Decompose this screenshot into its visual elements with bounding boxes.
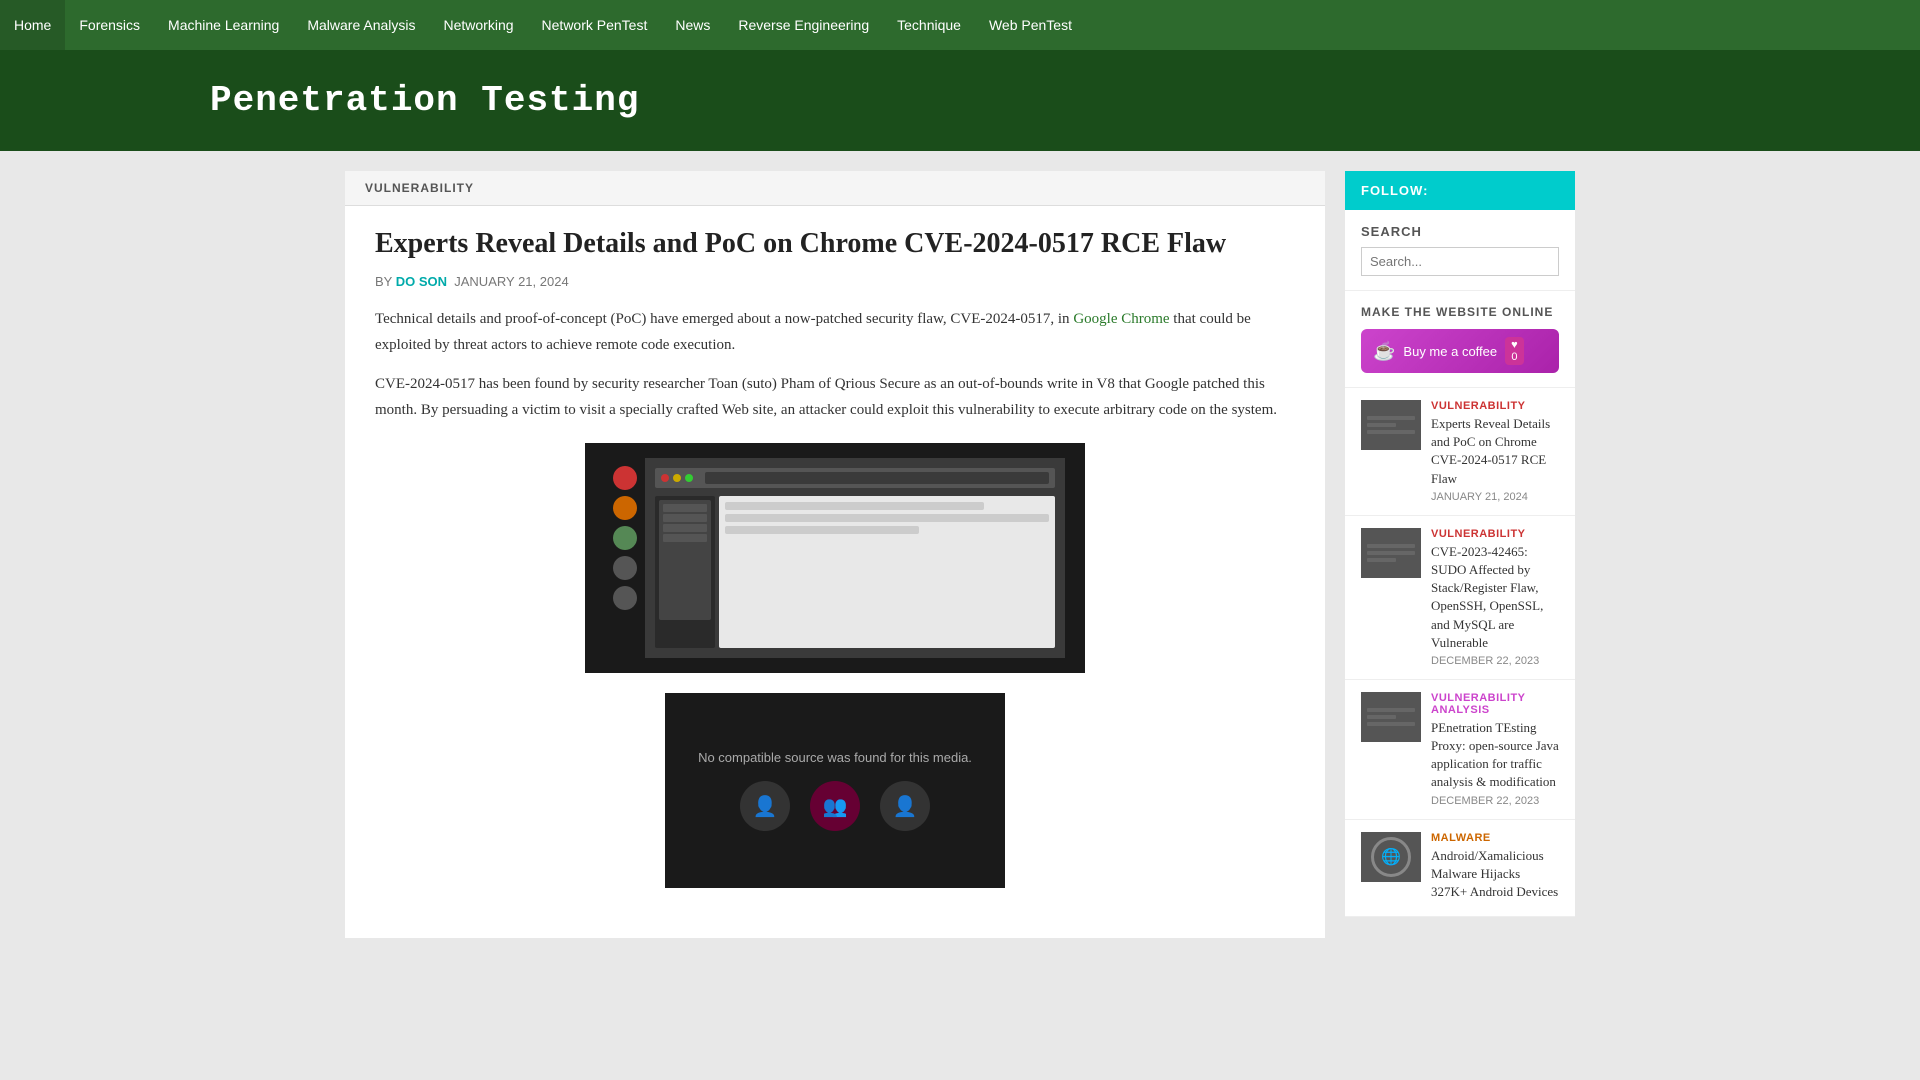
screenshot-icon-4: [613, 556, 637, 580]
recent-post-info-4: MALWARE Android/Xamalicious Malware Hija…: [1431, 832, 1559, 905]
recent-post-3: VULNERABILITY ANALYSIS PEnetration TEsti…: [1345, 680, 1575, 820]
recent-post-date-2: DECEMBER 22, 2023: [1431, 655, 1559, 667]
nav-news[interactable]: News: [661, 0, 724, 50]
article-para-2: CVE-2024-0517 has been found by security…: [375, 372, 1295, 423]
sidebar: FOLLOW: SEARCH MAKE THE WEBSITE ONLINE ☕…: [1345, 171, 1575, 938]
recent-post-title-4[interactable]: Android/Xamalicious Malware Hijacks 327K…: [1431, 847, 1559, 902]
article-para-1: Technical details and proof-of-concept (…: [375, 307, 1295, 358]
recent-post-info-3: VULNERABILITY ANALYSIS PEnetration TEsti…: [1431, 692, 1559, 807]
article-title: Experts Reveal Details and PoC on Chrome…: [375, 226, 1295, 262]
main-content: VULNERABILITY Experts Reveal Details and…: [345, 171, 1325, 938]
recent-post-date-3: DECEMBER 22, 2023: [1431, 795, 1559, 807]
recent-post-title-3[interactable]: PEnetration TEsting Proxy: open-source J…: [1431, 719, 1559, 792]
address-bar: [705, 472, 1049, 484]
nav-network-pentest[interactable]: Network PenTest: [528, 0, 662, 50]
make-online-section: MAKE THE WEBSITE ONLINE ☕ Buy me a coffe…: [1345, 291, 1575, 388]
thumb-lines-3: [1361, 702, 1421, 732]
video-container: No compatible source was found for this …: [665, 693, 1005, 888]
article-video: No compatible source was found for this …: [375, 693, 1295, 888]
site-title: Penetration Testing: [210, 80, 1710, 121]
screenshot-icon-5: [613, 586, 637, 610]
nav-reverse-engineering[interactable]: Reverse Engineering: [724, 0, 883, 50]
thumb-lines-1: [1361, 410, 1421, 440]
recent-post-title-1[interactable]: Experts Reveal Details and PoC on Chrome…: [1431, 415, 1559, 488]
buy-coffee-button[interactable]: ☕ Buy me a coffee ♥ 0: [1361, 329, 1559, 373]
follow-label: FOLLOW:: [1361, 183, 1428, 198]
video-icon-1: 👤: [740, 781, 790, 831]
screenshot-main: [645, 458, 1065, 658]
dot-green: [685, 474, 693, 482]
recent-post-1: VULNERABILITY Experts Reveal Details and…: [1345, 388, 1575, 516]
article-meta: BY DO SON JANUARY 21, 2024: [375, 274, 1295, 289]
nav-forensics[interactable]: Forensics: [65, 0, 154, 50]
main-nav: Home Forensics Machine Learning Malware …: [0, 0, 1920, 50]
recent-post-4: 🌐 MALWARE Android/Xamalicious Malware Hi…: [1345, 820, 1575, 918]
recent-post-title-2[interactable]: CVE-2023-42465: SUDO Affected by Stack/R…: [1431, 543, 1559, 652]
coffee-btn-label: Buy me a coffee: [1403, 344, 1497, 359]
nav-technique[interactable]: Technique: [883, 0, 975, 50]
recent-post-cat-1: VULNERABILITY: [1431, 400, 1559, 412]
screenshot-container: [585, 443, 1085, 673]
article-author: DO SON: [396, 274, 447, 289]
nav-malware-analysis[interactable]: Malware Analysis: [293, 0, 429, 50]
article-body-wrapper: Experts Reveal Details and PoC on Chrome…: [345, 206, 1325, 938]
nav-networking[interactable]: Networking: [430, 0, 528, 50]
screenshot-sidebar: [605, 458, 645, 658]
article-content: Technical details and proof-of-concept (…: [375, 307, 1295, 423]
video-no-source-text: No compatible source was found for this …: [698, 750, 972, 765]
make-online-label: MAKE THE WEBSITE ONLINE: [1361, 305, 1559, 319]
screenshot-icon-3: [613, 526, 637, 550]
screenshot-content: [719, 496, 1055, 648]
search-label: SEARCH: [1361, 224, 1559, 239]
recent-thumb-3: [1361, 692, 1421, 742]
recent-post-info-1: VULNERABILITY Experts Reveal Details and…: [1431, 400, 1559, 503]
sidebar-follow: FOLLOW:: [1345, 171, 1575, 210]
article-category: VULNERABILITY: [345, 171, 1325, 206]
recent-posts-list: VULNERABILITY Experts Reveal Details and…: [1345, 388, 1575, 917]
thumb-globe-wrapper: 🌐: [1361, 832, 1421, 882]
screenshot-layout: [655, 496, 1055, 648]
dot-yellow: [673, 474, 681, 482]
coffee-icon: ☕: [1373, 341, 1395, 362]
dot-red: [661, 474, 669, 482]
page-container: VULNERABILITY Experts Reveal Details and…: [335, 151, 1585, 958]
recent-thumb-1: [1361, 400, 1421, 450]
article-date: JANUARY 21, 2024: [454, 274, 568, 289]
recent-post-info-2: VULNERABILITY CVE-2023-42465: SUDO Affec…: [1431, 528, 1559, 667]
recent-post-cat-2: VULNERABILITY: [1431, 528, 1559, 540]
article-screenshot: [375, 443, 1295, 673]
recent-thumb-2: [1361, 528, 1421, 578]
search-input[interactable]: [1361, 247, 1559, 276]
globe-icon: 🌐: [1371, 837, 1411, 877]
site-header: Penetration Testing: [0, 50, 1920, 151]
recent-post-date-1: JANUARY 21, 2024: [1431, 491, 1559, 503]
sidebar-search-section: SEARCH: [1345, 210, 1575, 291]
recent-post-2: VULNERABILITY CVE-2023-42465: SUDO Affec…: [1345, 516, 1575, 680]
screenshot-inner: [605, 458, 1065, 658]
nav-web-pentest[interactable]: Web PenTest: [975, 0, 1086, 50]
recent-post-cat-3: VULNERABILITY ANALYSIS: [1431, 692, 1559, 716]
google-chrome-link[interactable]: Google Chrome: [1073, 311, 1169, 327]
nav-machine-learning[interactable]: Machine Learning: [154, 0, 293, 50]
thumb-lines-2: [1361, 538, 1421, 568]
recent-thumb-4: 🌐: [1361, 832, 1421, 882]
heart-badge: ♥ 0: [1505, 337, 1524, 365]
screenshot-icon-1: [613, 466, 637, 490]
heart-count: 0: [1511, 351, 1517, 363]
video-icons: 👤 👥 👤: [740, 781, 930, 831]
nav-home[interactable]: Home: [0, 0, 65, 50]
recent-post-cat-4: MALWARE: [1431, 832, 1559, 844]
screenshot-panel-left: [655, 496, 715, 648]
screenshot-icon-2: [613, 496, 637, 520]
screenshot-topbar: [655, 468, 1055, 488]
video-icon-3: 👤: [880, 781, 930, 831]
screenshot-calc: [659, 500, 711, 620]
video-icon-2: 👥: [810, 781, 860, 831]
heart-icon: ♥: [1511, 339, 1518, 351]
